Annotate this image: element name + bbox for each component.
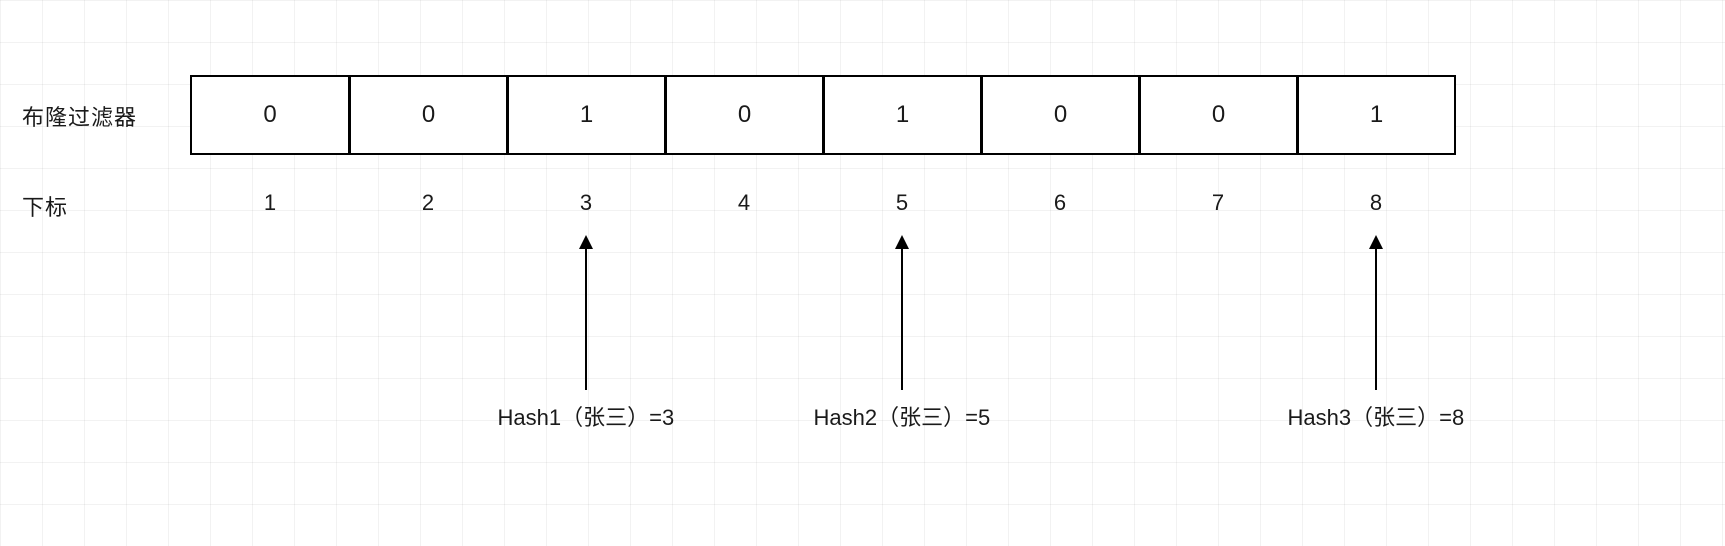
bloom-cell: 1 <box>822 75 982 155</box>
index-label: 2 <box>348 175 508 216</box>
bloom-cell: 1 <box>506 75 666 155</box>
index-label: 7 <box>1138 175 1298 216</box>
hash-label: Hash2（张三）=5 <box>814 400 991 432</box>
bloom-cell: 0 <box>664 75 824 155</box>
bloom-cell: 1 <box>1296 75 1456 155</box>
index-label: 6 <box>980 175 1140 216</box>
index-label: 8 <box>1296 175 1456 216</box>
bloom-cell: 0 <box>1138 75 1298 155</box>
index-label: 4 <box>664 175 824 216</box>
index-row: 1 2 3 4 5 6 7 8 <box>190 175 1456 216</box>
index-label: 3 <box>506 175 666 216</box>
hash-label: Hash1（张三）=3 <box>498 400 675 432</box>
bloom-cell: 0 <box>348 75 508 155</box>
index-label: 5 <box>822 175 982 216</box>
index-row-label: 下标 <box>22 190 68 222</box>
bloom-filter-array: 0 0 1 0 1 0 0 1 <box>190 75 1456 155</box>
bloom-cell: 0 <box>980 75 1140 155</box>
filter-row-label: 布隆过滤器 <box>22 100 137 132</box>
hash-label: Hash3（张三）=8 <box>1288 400 1465 432</box>
bloom-cell: 0 <box>190 75 350 155</box>
index-label: 1 <box>190 175 350 216</box>
